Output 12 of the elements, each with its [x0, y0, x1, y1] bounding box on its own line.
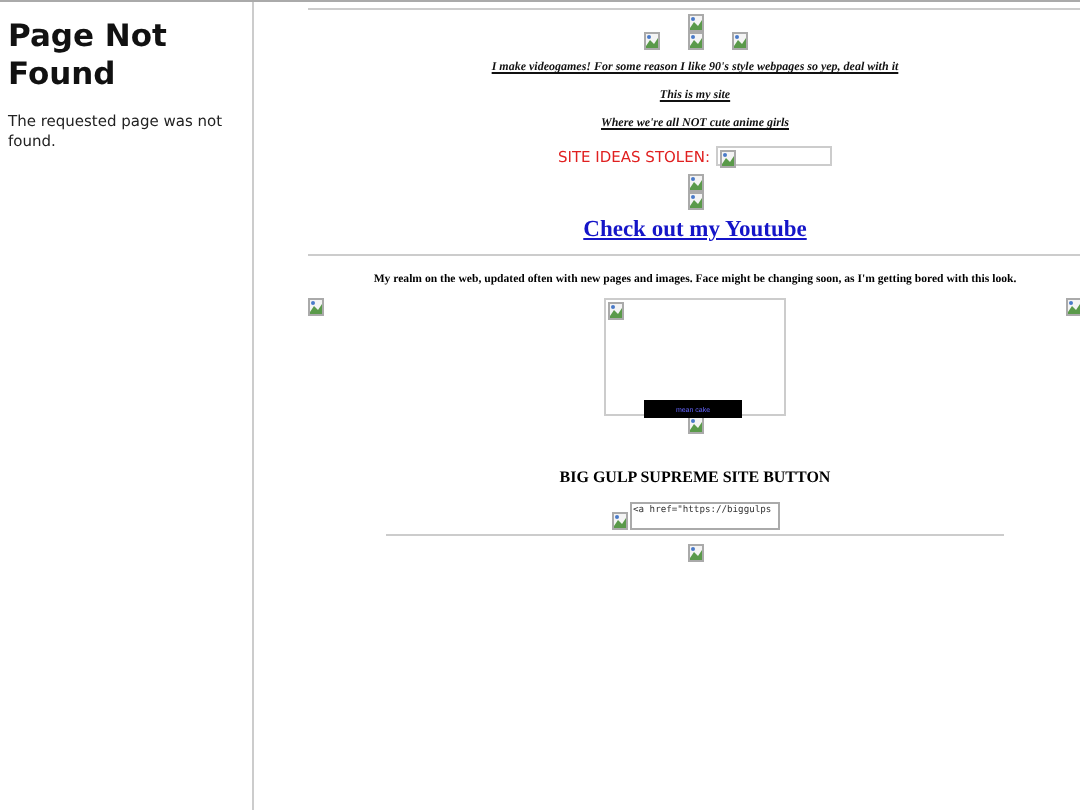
broken-image-icon [1066, 298, 1080, 316]
broken-image-icon [643, 32, 659, 50]
broken-image-icon [719, 150, 736, 168]
page-title: Page Not Found [8, 18, 169, 93]
broken-image-icon [687, 544, 703, 562]
youtube-link[interactable]: Check out my Youtube [583, 218, 807, 242]
broken-image-icon [687, 416, 703, 434]
broken-image-icon [731, 32, 747, 50]
broken-image-icon [611, 512, 627, 530]
broken-image-icon [608, 302, 624, 320]
section-heading: BIG GULP SUPREME SITE BUTTON [559, 468, 831, 486]
broken-image-icon [308, 298, 324, 316]
